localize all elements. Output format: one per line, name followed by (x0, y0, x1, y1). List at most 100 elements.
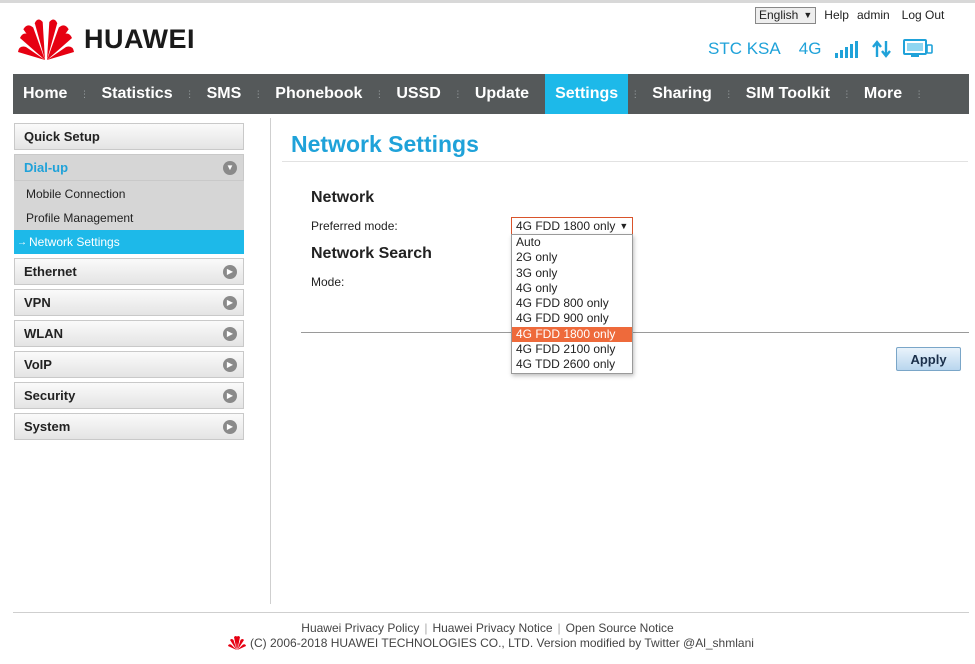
mode-option[interactable]: 4G FDD 2100 only (512, 342, 632, 357)
chevron-right-icon: ▶ (223, 326, 237, 341)
sidebar-label: Quick Setup (24, 129, 100, 144)
preferred-mode-select[interactable]: 4G FDD 1800 only ▼ (511, 217, 633, 235)
dialup-submenu: Mobile Connection Profile Management → N… (14, 181, 244, 254)
username-link[interactable]: admin (857, 8, 890, 22)
sidebar-quick-setup[interactable]: Quick Setup (14, 123, 244, 150)
open-source-notice-link[interactable]: Open Source Notice (566, 621, 674, 635)
nav-separator: ⋮ (724, 88, 734, 99)
nav-separator: ⋮ (630, 88, 640, 99)
apply-button[interactable]: Apply (896, 347, 961, 371)
nav-update[interactable]: Update (465, 74, 539, 114)
sidebar-item-profile-management[interactable]: Profile Management (14, 206, 244, 230)
mode-option[interactable]: 3G only (512, 266, 632, 281)
mode-option[interactable]: 4G FDD 1800 only (512, 326, 632, 343)
network-type: 4G (798, 39, 822, 58)
help-link[interactable]: Help (824, 8, 849, 22)
operator-name: STC KSA (708, 39, 781, 58)
sidebar-label: Security (24, 388, 76, 403)
copyright: (C) 2006-2018 HUAWEI TECHNOLOGIES CO., L… (228, 635, 754, 651)
search-mode-label: Mode: (311, 275, 345, 289)
sidebar-security[interactable]: Security ▶ (14, 382, 244, 409)
footer-links: Huawei Privacy Policy | Huawei Privacy N… (0, 621, 975, 635)
section-divider (301, 332, 969, 333)
nav-separator: ⋮ (842, 88, 852, 99)
sidebar-item-label: Profile Management (26, 211, 134, 225)
sidebar-voip[interactable]: VoIP ▶ (14, 351, 244, 378)
sidebar-ethernet[interactable]: Ethernet ▶ (14, 258, 244, 285)
privacy-policy-link[interactable]: Huawei Privacy Policy (301, 621, 419, 635)
chevron-right-icon: ▶ (223, 295, 237, 310)
sidebar-label: VoIP (24, 357, 52, 372)
signal-strength-icon (835, 41, 859, 58)
mode-option[interactable]: 4G only (512, 281, 632, 296)
sidebar-item-label: Mobile Connection (26, 187, 126, 201)
nav-home[interactable]: Home (13, 74, 77, 114)
network-search-heading: Network Search (311, 245, 432, 262)
nav-separator: ⋮ (185, 88, 195, 99)
sidebar-item-label: Network Settings (29, 235, 120, 249)
mode-option[interactable]: 4G FDD 800 only (512, 296, 632, 311)
nav-statistics[interactable]: Statistics (91, 74, 182, 114)
huawei-flower-icon (18, 19, 74, 60)
brand-name: HUAWEI (84, 23, 195, 54)
chevron-down-icon: ▼ (223, 160, 237, 175)
mode-option[interactable]: 4G FDD 900 only (512, 311, 632, 326)
nav-separator: ⋮ (453, 88, 463, 99)
huawei-logo[interactable]: HUAWEI (18, 16, 198, 62)
mode-option[interactable]: Auto (512, 235, 632, 250)
main-nav: Home ⋮ Statistics ⋮ SMS ⋮ Phonebook ⋮ US… (13, 74, 969, 114)
sidebar-item-network-settings[interactable]: → Network Settings (14, 230, 244, 254)
arrow-right-icon: → (17, 236, 27, 248)
data-transfer-icon (872, 40, 892, 58)
mode-option[interactable]: 4G TDD 2600 only (512, 357, 632, 372)
language-value: English (759, 8, 799, 22)
nav-settings[interactable]: Settings (545, 74, 629, 114)
link-separator: | (424, 621, 428, 635)
privacy-notice-link[interactable]: Huawei Privacy Notice (432, 621, 552, 635)
sidebar-item-mobile-connection[interactable]: Mobile Connection (14, 182, 244, 206)
status-bar: STC KSA 4G (708, 38, 934, 60)
sidebar-label: Dial-up (24, 160, 69, 175)
preferred-mode-label: Preferred mode: (311, 219, 398, 233)
nav-sharing[interactable]: Sharing (642, 74, 722, 114)
chevron-right-icon: ▶ (223, 419, 237, 434)
sidebar-label: VPN (24, 295, 51, 310)
sidebar-divider (270, 118, 271, 604)
sidebar-dialup[interactable]: Dial-up ▼ (14, 154, 244, 181)
sidebar-system[interactable]: System ▶ (14, 413, 244, 440)
title-divider (282, 161, 968, 162)
nav-sms[interactable]: SMS (197, 74, 252, 114)
nav-sim-toolkit[interactable]: SIM Toolkit (736, 74, 840, 114)
preferred-mode-value: 4G FDD 1800 only (516, 219, 616, 233)
copyright-text: (C) 2006-2018 HUAWEI TECHNOLOGIES CO., L… (250, 636, 754, 650)
top-links: English ▼ Help admin Log Out (755, 6, 944, 24)
sidebar-label: System (24, 419, 71, 434)
language-select[interactable]: English ▼ (755, 6, 817, 24)
pc-connection-icon[interactable] (903, 39, 934, 59)
nav-separator: ⋮ (253, 88, 263, 99)
huawei-logo-icon (228, 636, 246, 650)
nav-separator: ⋮ (374, 88, 384, 99)
chevron-right-icon: ▶ (223, 264, 237, 279)
nav-phonebook[interactable]: Phonebook (265, 74, 372, 114)
sidebar-label: Ethernet (24, 264, 77, 279)
page-title: Network Settings (291, 131, 479, 157)
nav-separator: ⋮ (914, 88, 924, 99)
nav-separator: ⋮ (79, 88, 89, 99)
settings-sidebar: Quick Setup Dial-up ▼ Mobile Connection … (14, 123, 244, 444)
chevron-down-icon: ▼ (619, 221, 629, 231)
sidebar-vpn[interactable]: VPN ▶ (14, 289, 244, 316)
nav-more[interactable]: More (854, 74, 912, 114)
network-heading: Network (311, 189, 375, 206)
preferred-mode-options: Auto 2G only 3G only 4G only 4G FDD 800 … (511, 234, 633, 374)
chevron-right-icon: ▶ (223, 357, 237, 372)
nav-ussd[interactable]: USSD (386, 74, 450, 114)
chevron-down-icon: ▼ (803, 10, 813, 20)
sidebar-label: WLAN (24, 326, 63, 341)
top-border (0, 0, 975, 3)
footer-divider (13, 612, 969, 613)
sidebar-wlan[interactable]: WLAN ▶ (14, 320, 244, 347)
logout-link[interactable]: Log Out (902, 8, 945, 22)
mode-option[interactable]: 2G only (512, 250, 632, 265)
link-separator: | (557, 621, 561, 635)
